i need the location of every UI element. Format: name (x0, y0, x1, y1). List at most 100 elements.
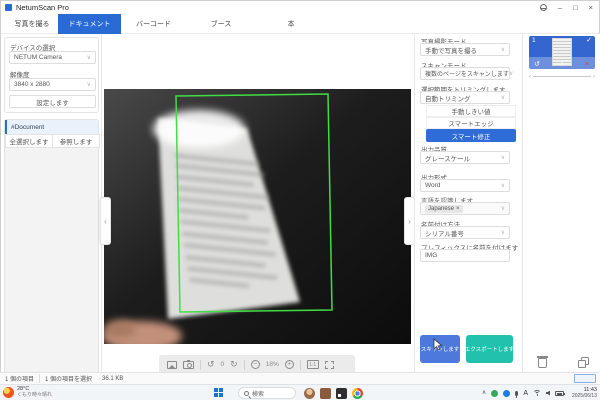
taskbar-app-2[interactable] (320, 388, 331, 399)
tab-document[interactable]: ドキュメント (58, 14, 121, 34)
scrollbar-track (533, 76, 591, 77)
language-dropdown[interactable]: Japanese × ∨ (420, 202, 510, 215)
rotate-right-icon[interactable]: ↻ (230, 360, 238, 369)
device-select-dropdown[interactable]: NETUM Camera ∨ (9, 51, 96, 64)
tray-chevron-icon[interactable]: ∧ (482, 390, 486, 396)
apply-settings-button[interactable]: 設定します (9, 95, 96, 108)
thumbnail-move-up-icon[interactable]: ↑ (560, 61, 564, 68)
naming-dropdown[interactable]: シリアル番号 ∨ (420, 226, 510, 239)
battery-icon[interactable] (555, 391, 564, 396)
format-dropdown[interactable]: Word ∨ (420, 179, 510, 192)
chevron-down-icon: ∨ (501, 182, 505, 189)
chevron-down-icon: ∨ (87, 81, 91, 88)
crop-option-smart-edge[interactable]: スマートエッジ (426, 117, 516, 129)
prefix-value: IMG (425, 252, 437, 259)
trash-icon[interactable] (538, 358, 547, 368)
tab-book[interactable]: 本 (256, 14, 326, 34)
thumbnail-delete-icon[interactable]: × (585, 61, 589, 68)
taskbar-app-user[interactable] (304, 388, 315, 399)
photo-mode-value: 手動で写真を撮る (425, 45, 477, 55)
chevron-down-icon: ∨ (501, 46, 505, 53)
document-file-list[interactable] (5, 148, 98, 376)
device-settings-box: デバイスの選択 NETUM Camera ∨ 解像度 3840 x 2880 ∨… (4, 37, 99, 113)
actual-size-icon[interactable]: 1:1 (307, 360, 319, 369)
browse-button[interactable]: 参照します (52, 134, 100, 148)
taskbar-clock[interactable]: 11:43 2025/06/13 (572, 387, 597, 399)
export-button[interactable]: エクスポートします (466, 335, 513, 363)
microphone-icon[interactable] (515, 391, 518, 396)
thumbnail-scrollbar[interactable]: ‹ › (529, 73, 595, 80)
select-all-button[interactable]: 全選択します (5, 134, 53, 148)
tray-app-icon[interactable] (503, 390, 510, 397)
device-sidebar: デバイスの選択 NETUM Camera ∨ 解像度 3840 x 2880 ∨… (1, 34, 102, 373)
tab-booth[interactable]: ブース (186, 14, 256, 34)
zoom-out-icon[interactable]: − (251, 360, 260, 369)
minimize-button[interactable]: – (558, 4, 562, 12)
maximize-button[interactable]: □ (573, 4, 578, 12)
resolution-dropdown[interactable]: 3840 x 2880 ∨ (9, 78, 96, 91)
language-tag[interactable]: Japanese × (425, 205, 463, 213)
crop-dropdown[interactable]: 自動トリミング ∨ (420, 91, 510, 104)
close-button[interactable]: × (589, 4, 593, 12)
quality-value: グレースケール (425, 153, 470, 163)
thumbnail-item[interactable]: 1 ✓ ↺ ↑ × (529, 36, 595, 69)
chevron-down-icon: ∨ (87, 54, 91, 61)
quality-dropdown[interactable]: グレースケール ∨ (420, 151, 510, 164)
search-placeholder: 検索 (252, 389, 264, 398)
zoom-level-value: 18% (266, 361, 279, 368)
system-tray: ∧ A (482, 385, 564, 400)
rotation-value: 0 (221, 361, 225, 368)
chevron-down-icon: ∨ (501, 154, 505, 161)
scroll-right-icon[interactable]: › (593, 74, 595, 80)
clock-date: 2025/06/13 (572, 393, 597, 399)
chevron-left-icon: ‹ (104, 217, 107, 226)
tab-barcode[interactable]: バーコード (121, 14, 186, 34)
ime-indicator[interactable]: A (523, 390, 528, 397)
scan-mode-dropdown[interactable]: 複数のページをスキャンします ∨ (420, 67, 510, 80)
title-bar: NetumScan Pro – □ × (1, 1, 599, 14)
taskbar-app-3[interactable] (336, 388, 347, 399)
app-title: NetumScan Pro (16, 3, 69, 12)
camera-feed-image (104, 89, 411, 344)
start-button[interactable] (214, 388, 223, 397)
thumbnail-rotate-left-icon[interactable]: ↺ (534, 61, 540, 68)
scroll-left-icon[interactable]: ‹ (529, 74, 531, 80)
rotate-left-icon[interactable]: ↺ (207, 360, 215, 369)
crop-value: 自動トリミング (425, 93, 471, 103)
netumscan-window: NetumScan Pro – □ × 写真を撮る ドキュメント バーコード ブ… (0, 0, 600, 372)
mouse-cursor (433, 338, 443, 351)
remove-tag-icon[interactable]: × (456, 206, 460, 212)
language-globe-icon[interactable] (540, 4, 547, 11)
crop-option-manual-threshold[interactable]: 手動しきい値 (426, 105, 516, 117)
photo-mode-dropdown[interactable]: 手動で写真を撮る ∨ (420, 43, 510, 56)
camera-preview-panel: ‹ › ↺ 0 ↻ − 18% + 1:1 (102, 34, 414, 373)
camera-icon[interactable] (183, 361, 194, 369)
language-tag-text: Japanese (428, 206, 454, 212)
taskbar-search[interactable]: 検索 (238, 387, 296, 399)
tray-app-icon[interactable] (491, 390, 498, 397)
mode-tab-bar: 写真を撮る ドキュメント バーコード ブース 本 (1, 14, 599, 34)
prev-page-button[interactable]: ‹ (100, 197, 111, 245)
device-select-value: NETUM Camera (14, 54, 62, 61)
chevron-down-icon: ∨ (501, 94, 505, 101)
scan-mode-value: 複数のページをスキャンします (425, 69, 509, 78)
wifi-icon[interactable] (533, 390, 541, 397)
tab-take-photo[interactable]: 写真を撮る (6, 14, 58, 34)
document-section-header: #Document (5, 120, 98, 134)
crop-option-smart-correction[interactable]: スマート修正 (426, 129, 516, 142)
weather-icon (3, 387, 14, 398)
zoom-in-icon[interactable]: + (285, 360, 294, 369)
resolution-value: 3840 x 2880 (14, 81, 50, 88)
check-icon: ✓ (586, 36, 592, 44)
prefix-input[interactable]: IMG (420, 249, 510, 262)
capture-image-icon[interactable] (167, 361, 177, 369)
camera-feed (104, 89, 411, 344)
taskbar-app-browser[interactable] (352, 388, 363, 399)
items-total: 1 個の項目 (0, 374, 39, 383)
desktop-screen: NetumScan Pro – □ × 写真を撮る ドキュメント バーコード ブ… (0, 0, 600, 400)
volume-icon[interactable] (546, 391, 550, 396)
weather-desc: くもり時々晴れ (17, 392, 52, 398)
duplicate-pages-icon[interactable] (578, 357, 590, 369)
fit-screen-icon[interactable] (325, 361, 334, 369)
weather-widget[interactable]: 28°C くもり時々晴れ (3, 386, 52, 398)
